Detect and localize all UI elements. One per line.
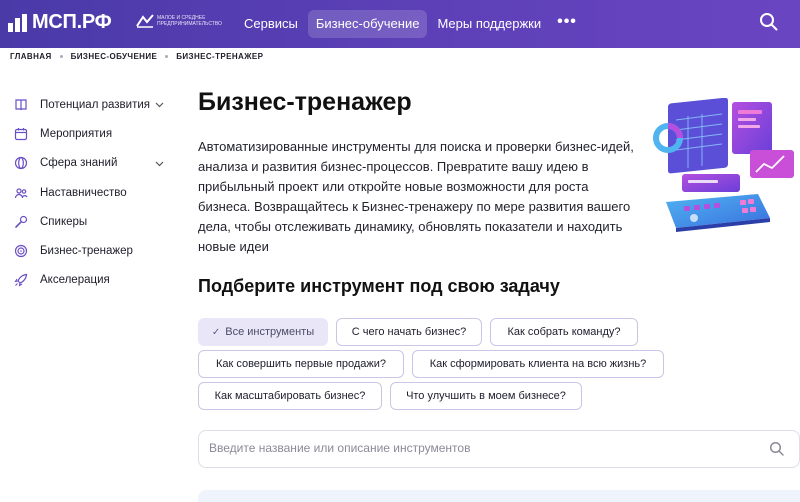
chip-how-to-start[interactable]: С чего начать бизнес?: [336, 318, 482, 346]
chip-label: Что улучшить в моем бизнесе?: [406, 390, 566, 402]
tool-search-input[interactable]: [209, 441, 749, 455]
sidebar-item-label: Акселерация: [40, 274, 110, 287]
chip-lifetime-client[interactable]: Как сформировать клиента на всю жизнь?: [412, 350, 664, 378]
rocket-icon: [14, 274, 28, 288]
dashboard-illustration: [653, 98, 794, 232]
results-panel: [198, 490, 800, 502]
chip-label: Как совершить первые продажи?: [215, 358, 387, 370]
chip-label: Как собрать команду?: [507, 326, 621, 338]
target-icon: [14, 245, 28, 258]
site-logo[interactable]: МСП.РФ: [8, 11, 112, 34]
nav-more-button[interactable]: •••: [551, 10, 583, 38]
main-nav: Сервисы Бизнес-обучение Меры поддержки •…: [236, 10, 583, 38]
search-icon[interactable]: [758, 11, 780, 33]
sidebar-item-label: Потенциал развития: [40, 98, 150, 111]
chevron-down-icon[interactable]: [155, 159, 164, 168]
page-title: Бизнес-тренажер: [198, 88, 412, 116]
chip-label: Как сформировать клиента на всю жизнь?: [429, 358, 647, 370]
sidebar-item-label: Сфера знаний: [40, 157, 118, 170]
chip-first-sales[interactable]: Как совершить первые продажи?: [198, 350, 404, 378]
chip-scale-business[interactable]: Как масштабировать бизнес?: [198, 382, 382, 410]
book-icon: [15, 99, 27, 110]
sublogo-text: МАЛОЕ И СРЕДНЕЕ ПРЕДПРИНИМАТЕЛЬСТВО: [157, 15, 222, 27]
tool-search[interactable]: [198, 430, 800, 468]
page-description: Автоматизированные инструменты для поиск…: [198, 139, 634, 254]
sublogo-icon: [136, 14, 154, 28]
sidebar-item-label: Спикеры: [40, 215, 88, 228]
sidebar: Потенциал развития Мероприятия Сфера зна…: [14, 90, 174, 295]
logo-text: МСП.РФ: [32, 11, 112, 33]
breadcrumb-separator: [165, 55, 169, 58]
sidebar-item-label: Бизнес-тренажер: [40, 245, 133, 258]
chip-label: С чего начать бизнес?: [351, 326, 467, 338]
calendar-icon: [14, 127, 28, 141]
top-header: МСП.РФ МАЛОЕ И СРЕДНЕЕ ПРЕДПРИНИМАТЕЛЬСТ…: [0, 0, 800, 48]
sidebar-item-speakers[interactable]: Спикеры: [14, 207, 174, 236]
chip-label: Как масштабировать бизнес?: [214, 390, 366, 402]
chevron-down-icon[interactable]: [155, 100, 164, 109]
search-icon[interactable]: [769, 441, 785, 457]
check-icon: ✓: [211, 326, 221, 338]
microphone-icon: [15, 215, 28, 228]
nav-item-services[interactable]: Сервисы: [236, 10, 306, 38]
sidebar-item-potential[interactable]: Потенциал развития: [14, 90, 174, 119]
nav-item-business-education[interactable]: Бизнес-обучение: [307, 10, 428, 38]
sidebar-item-events[interactable]: Мероприятия: [14, 119, 174, 148]
sidebar-item-business-trainer[interactable]: Бизнес-тренажер: [14, 236, 174, 265]
chip-build-team[interactable]: Как собрать команду?: [490, 318, 638, 346]
breadcrumb-home[interactable]: ГЛАВНАЯ: [10, 52, 52, 61]
breadcrumb: ГЛАВНАЯ БИЗНЕС-ОБУЧЕНИЕ БИЗНЕС-ТРЕНАЖЕР: [10, 52, 263, 61]
sidebar-item-label: Наставничество: [40, 186, 127, 199]
people-icon: [14, 187, 28, 198]
breadcrumb-business-education[interactable]: БИЗНЕС-ОБУЧЕНИЕ: [71, 52, 158, 61]
chip-improve-business[interactable]: Что улучшить в моем бизнесе?: [390, 382, 582, 410]
breadcrumb-separator: [59, 55, 63, 58]
breadcrumb-current: БИЗНЕС-ТРЕНАЖЕР: [176, 52, 264, 61]
section-title: Подберите инструмент под свою задачу: [198, 276, 560, 296]
globe-icon: [14, 157, 28, 170]
nav-item-support-measures[interactable]: Меры поддержки: [429, 10, 549, 38]
sidebar-item-mentoring[interactable]: Наставничество: [14, 178, 174, 207]
sidebar-item-acceleration[interactable]: Акселерация: [14, 266, 174, 295]
logo-icon: [8, 13, 28, 32]
sidebar-item-label: Мероприятия: [40, 127, 113, 140]
chip-label: Все инструменты: [225, 326, 315, 338]
sublogo[interactable]: МАЛОЕ И СРЕДНЕЕ ПРЕДПРИНИМАТЕЛЬСТВО: [136, 14, 222, 28]
chip-all-tools[interactable]: ✓ Все инструменты: [198, 318, 328, 346]
sidebar-item-knowledge[interactable]: Сфера знаний: [14, 149, 174, 178]
